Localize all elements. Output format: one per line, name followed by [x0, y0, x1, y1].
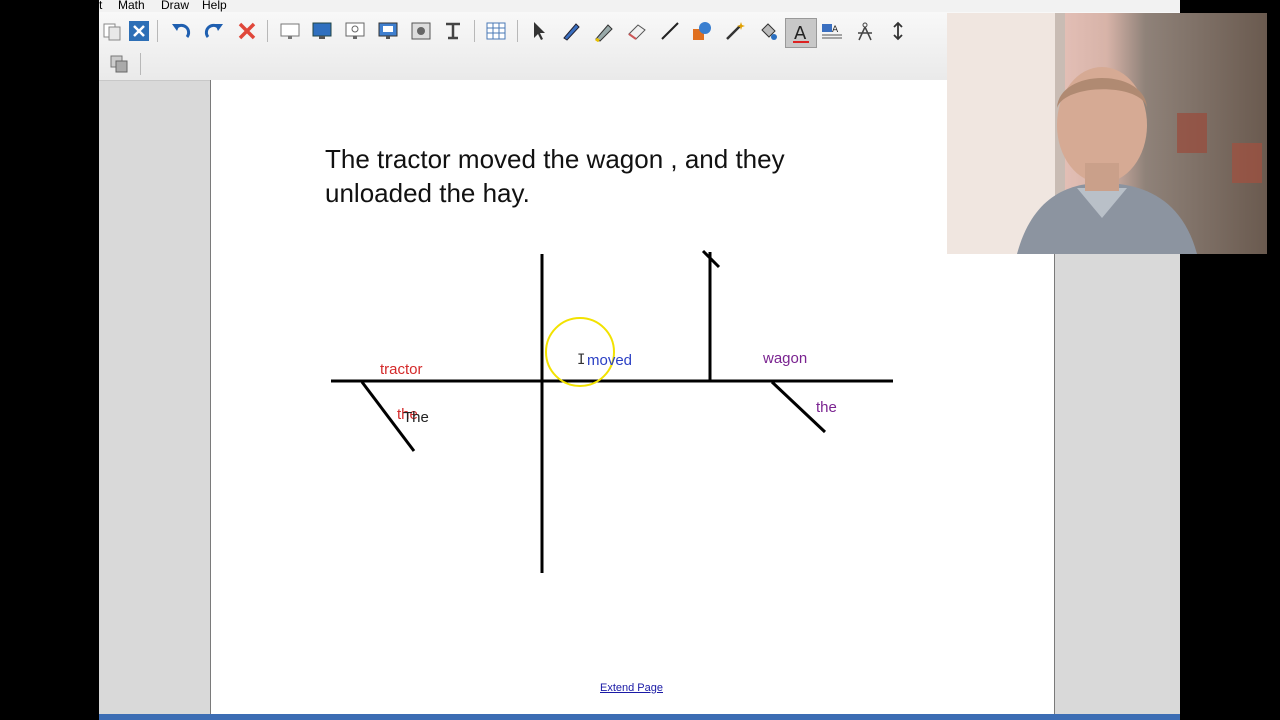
presentation-icon[interactable]	[342, 18, 368, 44]
menu-item-draw[interactable]: Draw	[161, 0, 189, 11]
menu-item-math[interactable]: Math	[118, 0, 145, 11]
presenter-avatar	[947, 13, 1262, 254]
table-icon[interactable]	[483, 18, 509, 44]
menu-item-t[interactable]: t	[99, 0, 102, 11]
line-icon[interactable]	[657, 18, 683, 44]
subject-word: tractor	[380, 361, 423, 378]
shape-icon[interactable]	[689, 18, 715, 44]
webcam-overlay	[947, 13, 1267, 254]
menu-item-help[interactable]: Help	[202, 0, 227, 11]
resize-icon[interactable]	[885, 18, 911, 44]
toolbar-separator	[157, 20, 158, 42]
highlighter-icon[interactable]	[591, 18, 617, 44]
whiteboard-page[interactable]: The tractor moved the wagon , and they u…	[210, 80, 1055, 720]
toolbar-separator	[140, 53, 141, 75]
text-cursor-caret: I	[577, 352, 585, 368]
text-format-icon[interactable]: A	[819, 18, 845, 44]
svg-text:A: A	[794, 23, 807, 44]
extend-page-link[interactable]: Extend Page	[600, 682, 663, 694]
copy-icon[interactable]	[99, 18, 125, 44]
verb-word: moved	[587, 352, 632, 369]
toolbar-separator	[517, 20, 518, 42]
screen-icon[interactable]	[277, 18, 303, 44]
subject-modifier-overlay-word: The	[403, 409, 429, 426]
text-cursor-icon[interactable]	[440, 18, 466, 44]
toolbar-separator	[474, 20, 475, 42]
eraser-icon[interactable]	[624, 18, 650, 44]
pen-icon[interactable]	[558, 18, 584, 44]
object-modifier-word: the	[816, 399, 837, 416]
svg-text:A: A	[832, 25, 839, 35]
sentence-diagram: tractor the The I moved wagon the	[331, 249, 893, 573]
compass-icon[interactable]	[852, 18, 878, 44]
redo-icon[interactable]	[201, 18, 227, 44]
layers-icon[interactable]	[106, 51, 132, 77]
close-x-icon[interactable]	[126, 18, 152, 44]
toolbar-separator	[267, 20, 268, 42]
image-icon[interactable]	[408, 18, 434, 44]
magic-wand-icon[interactable]	[722, 18, 748, 44]
object-word: wagon	[762, 350, 807, 367]
pointer-icon[interactable]	[526, 18, 552, 44]
delete-icon[interactable]	[234, 18, 260, 44]
status-bar	[99, 714, 1180, 720]
display-icon[interactable]	[375, 18, 401, 44]
monitor-icon[interactable]	[309, 18, 335, 44]
fill-icon[interactable]	[755, 18, 781, 44]
text-tool-icon[interactable]: A	[785, 18, 817, 48]
undo-icon[interactable]	[168, 18, 194, 44]
menu-bar: t Math Draw Help	[99, 0, 1180, 12]
